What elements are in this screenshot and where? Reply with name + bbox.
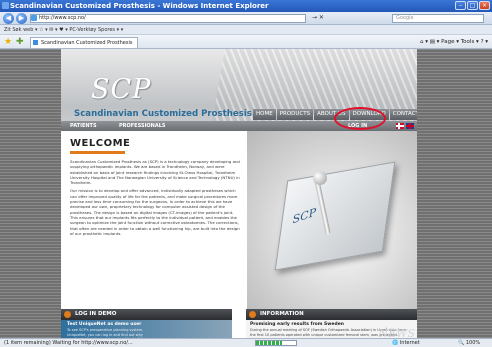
browser-window: Scandinavian Customized Prosthesis - Win… — [0, 0, 492, 347]
url-input[interactable]: http://www.scp.no/ — [30, 14, 306, 23]
login-demo-heading: LOG IN DEMO — [75, 311, 117, 317]
close-button[interactable]: × — [479, 1, 490, 10]
search-input[interactable]: Google — [392, 14, 484, 23]
zoom-level[interactable]: 🔍 100% — [458, 339, 480, 347]
command-bar[interactable]: ⌂ ▾ ▤ ▾ Page ▾ Tools ▾ ? ▾ — [420, 37, 488, 47]
intro-text: Scandinavian Customized Prosthesis as (S… — [70, 159, 240, 239]
tablet-logo: SCP — [292, 205, 317, 227]
news-title[interactable]: Promising early results from Sweden — [250, 322, 344, 327]
site-logo[interactable]: SCP — [91, 74, 151, 105]
prosthesis-head-image — [313, 171, 327, 185]
nav-contact[interactable]: CONTACT — [389, 109, 417, 120]
add-favorites-icon[interactable]: ✚ — [16, 37, 24, 47]
page-viewport: SCP Scandinavian Customized Prosthesis a… — [0, 49, 492, 338]
addon-toolbar[interactable]: Zit Søk web ▾ ☆ ▾ ✉ ▾ ♥ ▾ PC-Verktøy Spo… — [0, 25, 492, 35]
zone-label: Internet — [399, 340, 420, 346]
zoom-value: 100% — [465, 340, 481, 346]
information-box: Promising early results from Sweden Duri… — [246, 320, 417, 338]
bullet-icon — [64, 311, 71, 318]
window-title: Scandinavian Customized Prosthesis - Win… — [10, 2, 269, 10]
heading-underline — [70, 151, 125, 154]
hero-image: SCP — [247, 131, 417, 309]
intro-paragraph: Scandinavian Customized Prosthesis as (S… — [70, 159, 240, 186]
login-highlight-circle — [334, 107, 386, 130]
nav-products[interactable]: PRODUCTS — [276, 109, 314, 120]
tab-page-icon — [33, 40, 38, 45]
nav-patients[interactable]: PATIENTS — [70, 121, 97, 131]
status-bar: (1 item remaining) Waiting for http://ww… — [0, 338, 492, 347]
refresh-stop-buttons[interactable]: → ✕ — [312, 14, 324, 21]
english-flag-icon[interactable] — [406, 123, 414, 129]
tab-scp[interactable]: Scandinavian Customized Prosthesis — [30, 37, 138, 48]
nav-professionals[interactable]: PROFESSIONALS — [119, 121, 166, 131]
bullet-icon — [249, 311, 256, 318]
information-header: INFORMATION — [246, 309, 417, 320]
address-bar: ◀ ▶ http://www.scp.no/ → ✕ Google — [0, 12, 492, 25]
favorites-bar: ★ ✚ Scandinavian Customized Prosthesis ⌂… — [0, 35, 492, 49]
status-text: (1 item remaining) Waiting for http://ww… — [4, 340, 133, 346]
company-name: Scandinavian Customized Prosthesis as — [74, 109, 266, 119]
website-page: SCP Scandinavian Customized Prosthesis a… — [61, 49, 417, 338]
login-demo-text: To see SCP's preoperative planning syste… — [67, 328, 153, 338]
bottom-boxes: LOG IN DEMO Test UniqueNet as demo user … — [61, 309, 417, 338]
back-button[interactable]: ◀ — [3, 13, 14, 24]
minimize-button[interactable]: – — [455, 1, 466, 10]
progress-fill — [256, 341, 282, 345]
welcome-heading: WELCOME — [70, 138, 131, 149]
login-demo-title[interactable]: Test UniqueNet as demo user — [67, 322, 141, 327]
maximize-button[interactable]: □ — [467, 1, 478, 10]
favorites-star-icon[interactable]: ★ — [4, 37, 12, 47]
tablet-display: SCP — [274, 161, 396, 271]
ie-icon — [2, 2, 9, 9]
mission-paragraph: Our mission is to develop and offer adva… — [70, 188, 240, 236]
norwegian-flag-icon[interactable] — [396, 123, 404, 129]
login-demo-box[interactable]: Test UniqueNet as demo user To see SCP's… — [61, 320, 232, 338]
information-heading: INFORMATION — [260, 311, 304, 317]
news-watermark: NEWS — [378, 327, 416, 338]
login-demo-header: LOG IN DEMO — [61, 309, 232, 320]
main-content: WELCOME Scandinavian Customized Prosthes… — [61, 131, 417, 309]
progress-bar — [255, 340, 297, 346]
nav-home[interactable]: HOME — [253, 109, 276, 120]
title-bar: Scandinavian Customized Prosthesis - Win… — [0, 0, 492, 12]
window-controls: – □ × — [455, 1, 490, 10]
page-icon — [31, 15, 37, 21]
security-zone: 🌐 Internet — [392, 340, 420, 346]
forward-button[interactable]: ▶ — [16, 13, 27, 24]
